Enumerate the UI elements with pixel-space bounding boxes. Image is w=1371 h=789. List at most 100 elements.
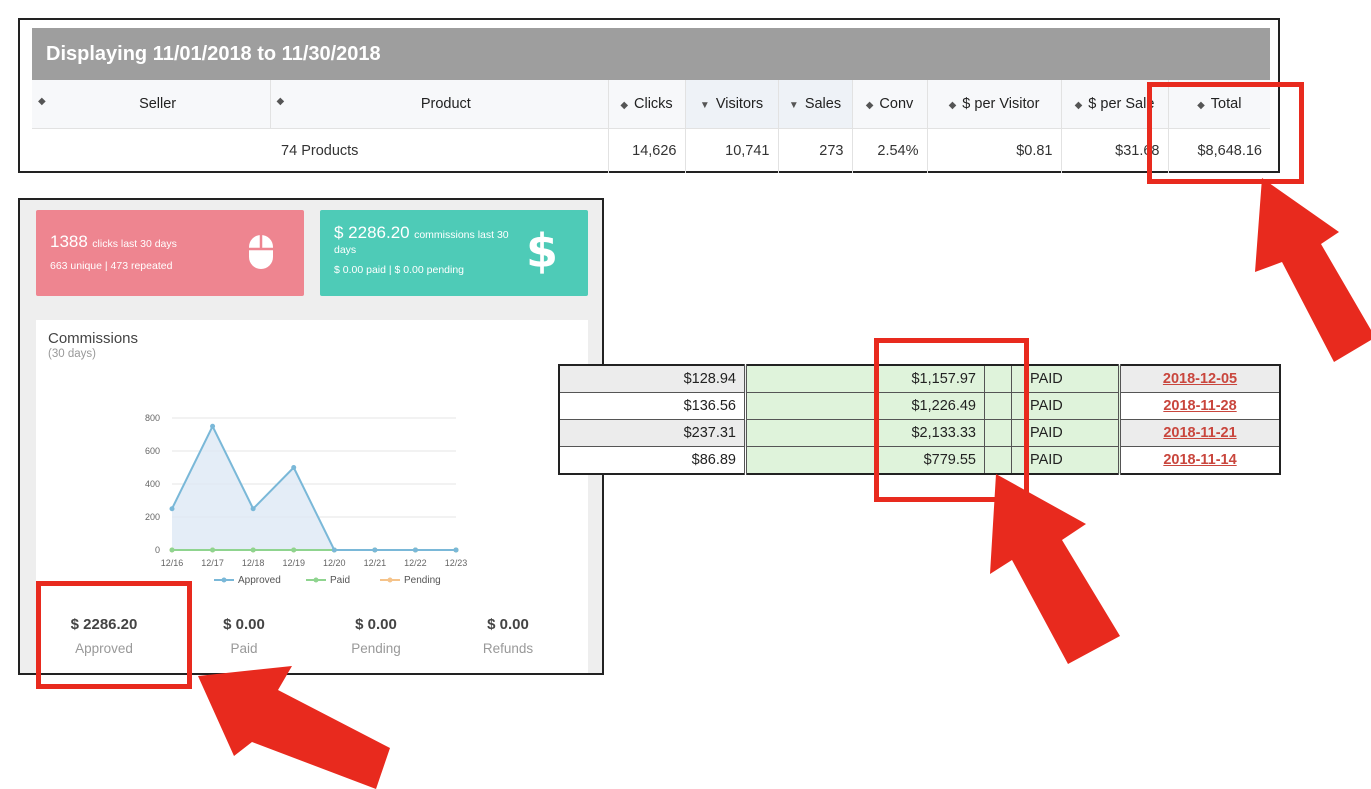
column-label: $ per Sale	[1088, 96, 1155, 112]
sort-icon: ◆	[38, 96, 46, 107]
column-label: Product	[420, 96, 471, 112]
payment-date-link[interactable]: 2018-11-14	[1119, 446, 1280, 474]
data-point-approved	[372, 547, 378, 553]
summary-approved: $ 2286.20 Approved	[44, 616, 164, 656]
summary-label: Approved	[75, 641, 133, 656]
arrow-icon	[1255, 178, 1371, 362]
commissions-summary: $ 2286.20 commissions last 30 days	[334, 223, 514, 257]
x-tick-label: 12/16	[161, 558, 184, 568]
summary-label: Pending	[351, 641, 401, 656]
column-label: Clicks	[634, 96, 673, 112]
column-header-visitors[interactable]: ▼ Visitors	[684, 80, 778, 129]
legend-marker	[221, 577, 227, 583]
payment-spacer-cell	[984, 446, 1012, 474]
summary-amount: $ 0.00	[223, 616, 265, 633]
payment-blank-cell	[745, 419, 876, 447]
cell-total: $8,648.16	[1167, 128, 1270, 173]
report-date-range-header: Displaying 11/01/2018 to 11/30/2018	[32, 28, 1270, 80]
payment-spacer-cell	[984, 419, 1012, 447]
payment-spacer-cell	[984, 365, 1012, 393]
clicks-detail: 663 unique | 473 repeated	[50, 260, 173, 272]
summary-amount: $ 0.00	[355, 616, 397, 633]
y-tick-label: 600	[145, 446, 160, 456]
commissions-detail: $ 0.00 paid | $ 0.00 pending	[334, 264, 465, 276]
y-tick-label: 200	[145, 512, 160, 522]
summary-amount: $ 2286.20	[70, 616, 138, 633]
payment-date-link[interactable]: 2018-11-28	[1119, 392, 1280, 420]
commissions-line-chart: 0 200 400 600 800 12/16 12/17 12/18 12/19 12/20 12…	[145, 413, 468, 586]
column-header-sales[interactable]: ▼ Sales	[777, 80, 852, 129]
clicks-count: 1388	[50, 232, 88, 251]
column-label: Conv	[879, 96, 914, 112]
legend-label: Approved	[238, 575, 281, 586]
arrow-icon	[990, 474, 1120, 664]
legend-marker	[313, 577, 319, 583]
column-header-per-sale[interactable]: ◆ $ per Sale	[1060, 80, 1168, 129]
data-point-approved	[210, 423, 216, 429]
mouse-icon	[249, 235, 273, 269]
payment-status: PAID	[1011, 392, 1121, 420]
table-row: $128.94 $1,157.97 PAID 2018-12-05	[559, 365, 1280, 393]
column-header-product[interactable]: ◆ Product	[269, 80, 608, 129]
commissions-amount: $ 2286.20	[334, 223, 410, 242]
dollar-icon: $	[525, 224, 558, 278]
table-row: 74 Products 14,626 10,741 273 2.54% $0.8…	[32, 128, 1270, 173]
clicks-summary: 1388 clicks last 30 days	[50, 232, 177, 252]
report-panel: Displaying 11/01/2018 to 11/30/2018 ◆ Sel…	[18, 18, 1280, 173]
sort-icon: ◆	[865, 100, 874, 111]
column-label: Sales	[804, 96, 842, 112]
column-header-per-visitor[interactable]: ◆ $ per Visitor	[926, 80, 1061, 129]
payment-total: $2,133.33	[875, 419, 985, 447]
column-label: Seller	[139, 96, 177, 112]
report-header-row: ◆ Seller ◆ Product ◆ Clicks ▼ Visitors ▼ Sale…	[32, 80, 1270, 129]
x-tick-label: 12/17	[201, 558, 224, 568]
payment-blank-cell	[745, 446, 876, 474]
legend-label: Paid	[330, 575, 350, 586]
summary-pending: $ 0.00 Pending	[316, 616, 436, 656]
column-header-conv[interactable]: ◆ Conv	[851, 80, 927, 129]
sort-desc-icon: ▼	[788, 100, 799, 111]
column-header-clicks[interactable]: ◆ Clicks	[607, 80, 685, 129]
data-point-paid	[250, 547, 256, 553]
data-point-approved	[291, 465, 297, 470]
sort-icon: ◆	[620, 100, 629, 111]
x-tick-label: 12/18	[242, 558, 265, 568]
x-tick-label: 12/20	[323, 558, 346, 568]
column-label: Total	[1210, 96, 1242, 112]
column-label: Visitors	[715, 96, 764, 112]
arrow-icon	[198, 666, 390, 789]
column-header-seller[interactable]: ◆ Seller	[32, 80, 270, 129]
clicks-stat-card: 1388 clicks last 30 days 663 unique | 47…	[36, 210, 304, 296]
data-point-paid	[291, 547, 297, 553]
payment-total: $779.55	[875, 446, 985, 474]
summary-label: Refunds	[482, 641, 534, 656]
payment-blank-cell	[745, 392, 876, 420]
cell-per-sale: $31.68	[1060, 128, 1168, 173]
payment-total: $1,226.49	[875, 392, 985, 420]
chart-subtitle: (30 days)	[48, 348, 96, 360]
payment-status: PAID	[1011, 446, 1121, 474]
summary-label: Paid	[230, 641, 258, 656]
cell-sales: 273	[777, 128, 852, 173]
payment-date-link[interactable]: 2018-12-05	[1119, 365, 1280, 393]
data-point-paid	[210, 547, 216, 553]
legend-label: Pending	[404, 575, 441, 586]
x-tick-label: 12/22	[404, 558, 427, 568]
cell-visitors: 10,741	[684, 128, 778, 173]
table-row: $136.56 $1,226.49 PAID 2018-11-28	[559, 392, 1280, 420]
cell-clicks: 14,626	[607, 128, 685, 173]
cell-conv: 2.54%	[851, 128, 927, 173]
table-row: $237.31 $2,133.33 PAID 2018-11-21	[559, 419, 1280, 447]
y-tick-label: 800	[145, 413, 160, 423]
column-header-total[interactable]: ◆ Total	[1167, 80, 1270, 129]
sort-icon: ◆	[1197, 100, 1205, 111]
x-tick-label: 12/23	[445, 558, 468, 568]
payment-date-link[interactable]: 2018-11-21	[1119, 419, 1280, 447]
payment-status: PAID	[1011, 419, 1121, 447]
commissions-stat-card: $ 2286.20 commissions last 30 days $ 0.0…	[320, 210, 588, 296]
payments-table: $128.94 $1,157.97 PAID 2018-12-05 $136.5…	[558, 364, 1281, 475]
y-tick-label: 400	[145, 479, 160, 489]
data-point-approved	[412, 547, 418, 553]
payment-total: $1,157.97	[875, 365, 985, 393]
column-label: $ per Visitor	[962, 96, 1040, 112]
